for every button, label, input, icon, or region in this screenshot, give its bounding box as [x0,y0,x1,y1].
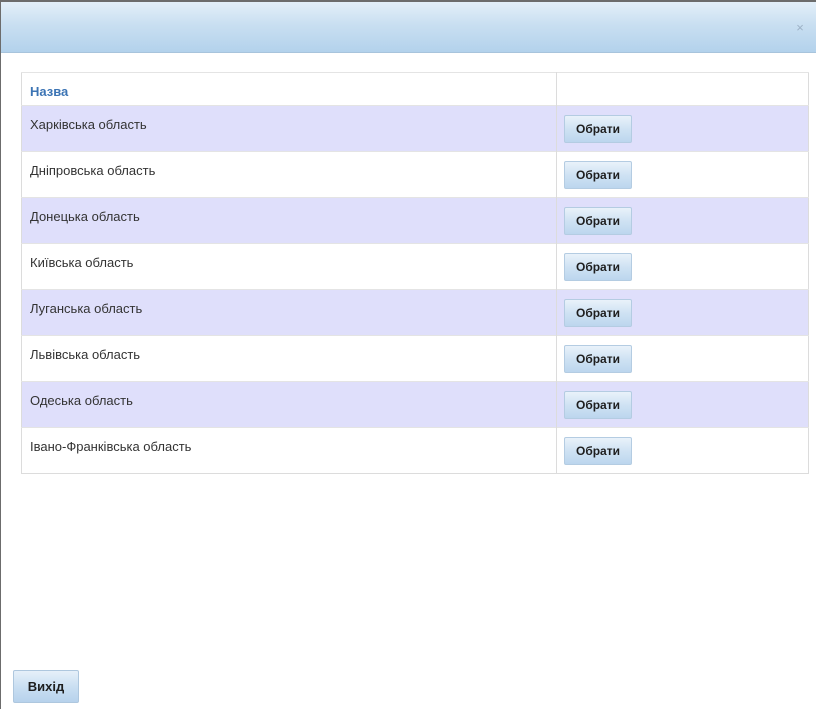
select-button[interactable]: Обрати [564,299,632,327]
table-row: Київська область Обрати [21,243,809,290]
select-button[interactable]: Обрати [564,437,632,465]
dialog-titlebar: × [1,2,816,53]
table-row: Івано-Франківська область Обрати [21,427,809,474]
region-select-dialog: × Назва Харківська область Обрати Дніпро… [0,0,816,709]
table-row: Одеська область Обрати [21,381,809,428]
select-button[interactable]: Обрати [564,253,632,281]
select-button[interactable]: Обрати [564,161,632,189]
table-header-row: Назва [21,72,809,106]
region-name: Донецька область [21,197,557,244]
region-name: Харківська область [21,105,557,152]
region-name: Дніпровська область [21,151,557,198]
table-row: Дніпровська область Обрати [21,151,809,198]
select-button[interactable]: Обрати [564,391,632,419]
table-row: Харківська область Обрати [21,105,809,152]
close-icon[interactable]: × [794,21,806,34]
select-button[interactable]: Обрати [564,207,632,235]
select-button[interactable]: Обрати [564,345,632,373]
region-name: Луганська область [21,289,557,336]
region-name: Львівська область [21,335,557,382]
column-header-action [556,72,809,106]
region-name: Київська область [21,243,557,290]
region-name: Одеська область [21,381,557,428]
table-row: Луганська область Обрати [21,289,809,336]
column-header-name[interactable]: Назва [21,72,557,106]
exit-button[interactable]: Вихід [13,670,79,703]
region-name: Івано-Франківська область [21,427,557,474]
select-button[interactable]: Обрати [564,115,632,143]
table-row: Львівська область Обрати [21,335,809,382]
regions-table: Назва Харківська область Обрати Дніпровс… [21,72,809,474]
table-row: Донецька область Обрати [21,197,809,244]
